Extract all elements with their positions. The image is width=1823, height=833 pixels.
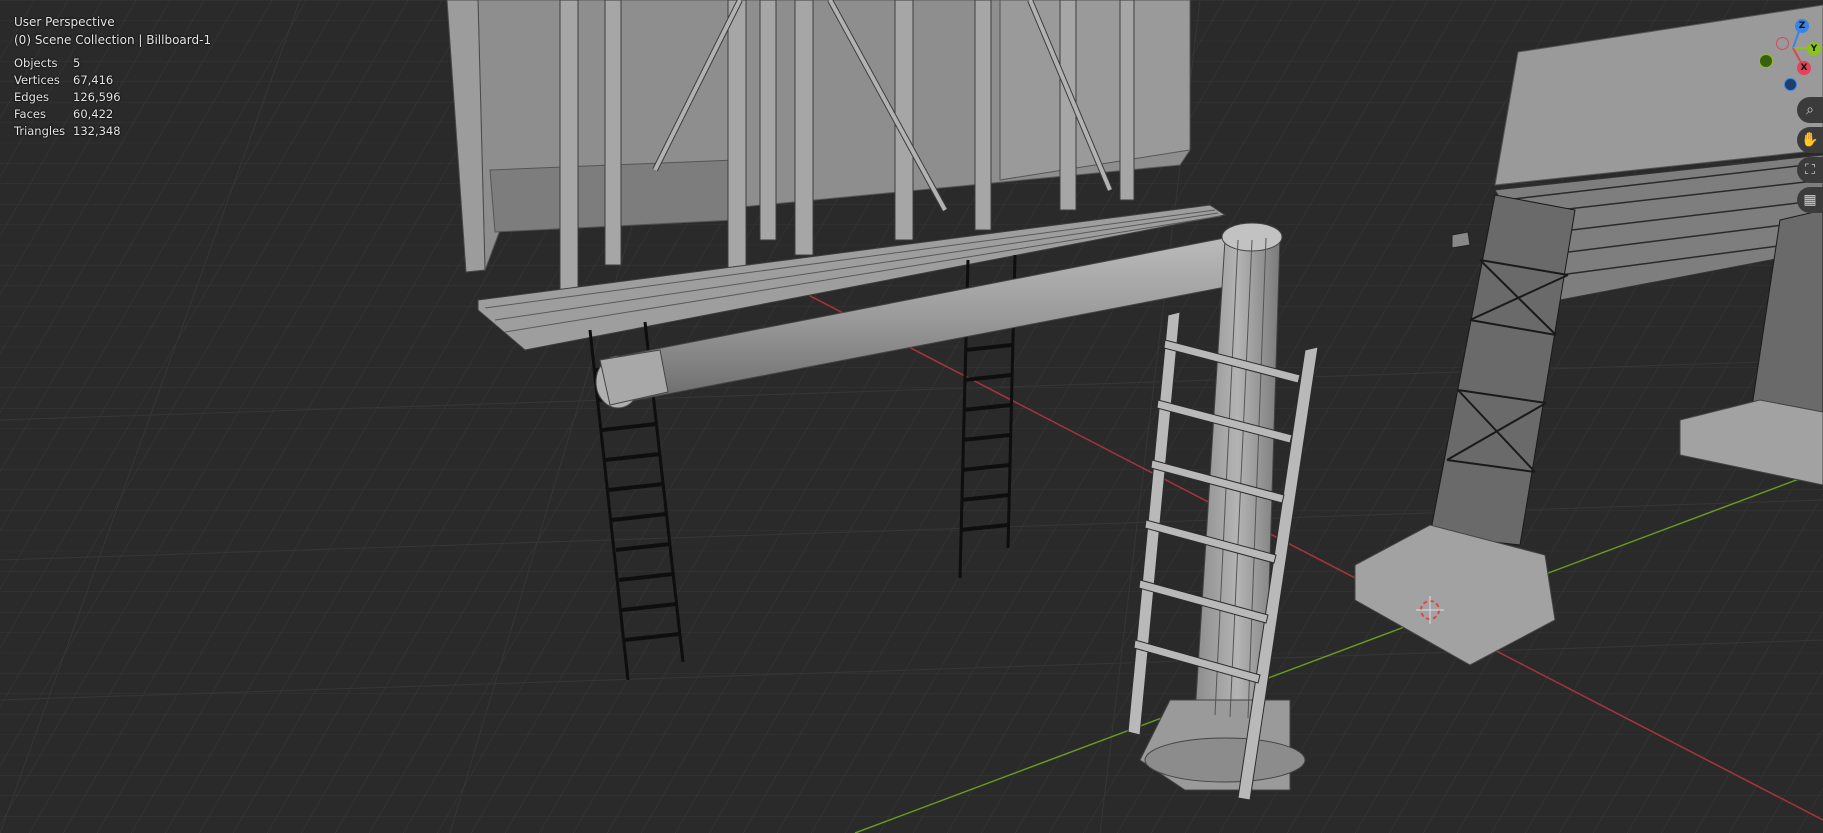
stat-label-edges: Edges	[14, 90, 49, 104]
stat-label-objects: Objects	[14, 56, 58, 70]
gizmo-neg-x-axis[interactable]	[1776, 37, 1789, 50]
3d-viewport[interactable]: User Perspective (0) Scene Collection | …	[0, 0, 1823, 833]
camera-icon[interactable]: ⛶	[1797, 157, 1823, 183]
zoom-icon[interactable]: ⌕	[1797, 97, 1823, 123]
stat-value-vertices: 67,416	[73, 73, 114, 87]
scene-canvas[interactable]	[0, 0, 1823, 833]
stat-label-vertices: Vertices	[14, 73, 60, 87]
viewport-info-overlay: User Perspective (0) Scene Collection | …	[14, 13, 211, 140]
pan-icon[interactable]: ✋	[1797, 127, 1823, 153]
gizmo-neg-z-axis[interactable]	[1784, 78, 1797, 91]
stat-label-faces: Faces	[14, 107, 46, 121]
stat-value-objects: 5	[73, 56, 81, 70]
stats-table: Objects 5 Vertices 67,416 Edges 126,596 …	[14, 55, 211, 140]
stat-value-faces: 60,422	[73, 107, 114, 121]
stat-label-triangles: Triangles	[14, 124, 66, 138]
stat-value-triangles: 132,348	[73, 124, 121, 138]
grid-icon[interactable]: ▦	[1797, 187, 1823, 213]
gizmo-y-axis[interactable]: Y	[1807, 42, 1821, 56]
gizmo-neg-y-axis[interactable]	[1759, 54, 1773, 68]
view-mode-label: User Perspective	[14, 15, 115, 29]
gizmo-z-axis[interactable]: Z	[1795, 19, 1809, 33]
stat-value-edges: 126,596	[73, 90, 121, 104]
navigation-gizmo[interactable]: Z Y X	[1753, 0, 1823, 100]
gizmo-x-axis[interactable]: X	[1797, 61, 1811, 75]
collection-label: (0) Scene Collection | Billboard-1	[14, 33, 212, 47]
